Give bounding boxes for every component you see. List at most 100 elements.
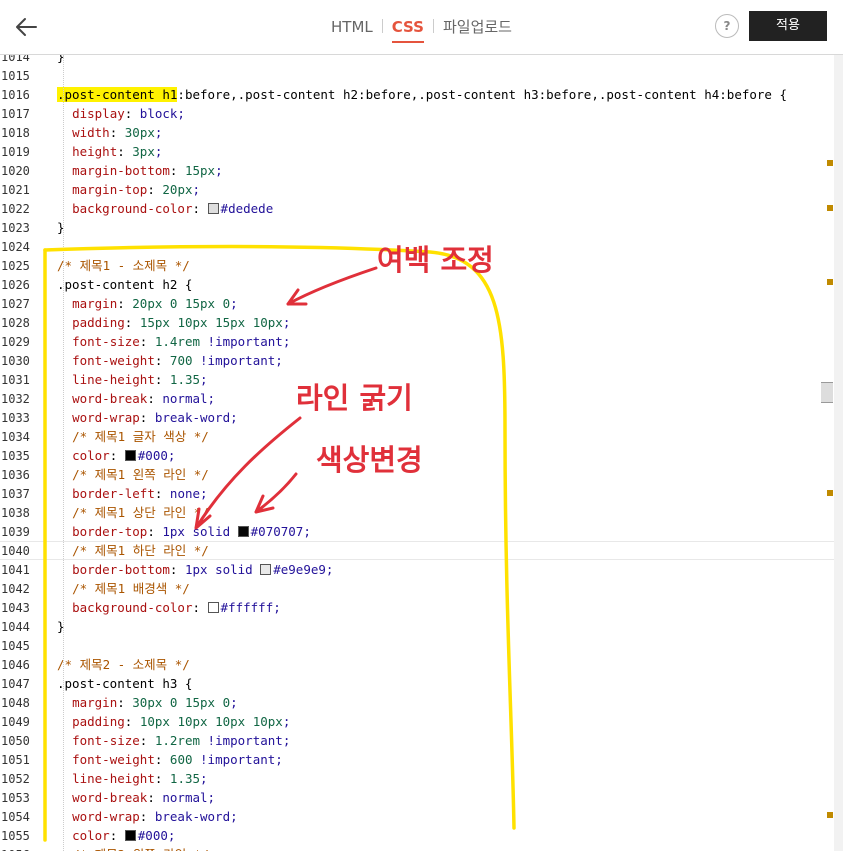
code-text: margin-top: 20px;: [72, 182, 201, 197]
apply-button[interactable]: 적용: [749, 11, 827, 41]
code-text: font-weight: 600 !important;: [72, 752, 283, 767]
code-line[interactable]: 1036 /* 제목1 왼쪽 라인 */: [0, 465, 834, 484]
vertical-scrollbar[interactable]: [834, 55, 843, 851]
tab-css[interactable]: CSS: [391, 17, 425, 43]
line-number: 1037: [1, 487, 30, 501]
code-line[interactable]: 1029 font-size: 1.4rem !important;: [0, 332, 834, 351]
code-line[interactable]: 1026 .post-content h2 {: [0, 275, 834, 294]
code-line[interactable]: 1034 /* 제목1 글자 색상 */: [0, 427, 834, 446]
code-line[interactable]: 1054 word-wrap: break-word;: [0, 807, 834, 826]
line-number: 1054: [1, 810, 30, 824]
code-line[interactable]: 1038 /* 제목1 상단 라인 */: [0, 503, 834, 522]
code-text: color: #000;: [72, 828, 176, 843]
code-line[interactable]: 1053 word-break: normal;: [0, 788, 834, 807]
code-line[interactable]: 1049 padding: 10px 10px 10px 10px;: [0, 712, 834, 731]
code-text: font-size: 1.2rem !important;: [72, 733, 291, 748]
help-icon[interactable]: ?: [715, 14, 739, 38]
code-line[interactable]: 1046 /* 제목2 - 소제목 */: [0, 655, 834, 674]
line-number: 1040: [1, 544, 30, 558]
code-line[interactable]: 1014}: [0, 55, 834, 66]
line-number: 1021: [1, 183, 30, 197]
code-text: border-left: none;: [72, 486, 208, 501]
scroll-marker: [827, 205, 833, 211]
code-line[interactable]: 1032 word-break: normal;: [0, 389, 834, 408]
code-line[interactable]: 1047 .post-content h3 {: [0, 674, 834, 693]
code-text: word-break: normal;: [72, 391, 216, 406]
color-swatch-icon[interactable]: [237, 526, 249, 537]
line-number: 1028: [1, 316, 30, 330]
code-line[interactable]: 1022 background-color: #dedede: [0, 199, 834, 218]
color-swatch-icon[interactable]: [207, 602, 219, 613]
tab-file-upload[interactable]: 파일업로드: [443, 17, 512, 37]
code-line[interactable]: 1019 height: 3px;: [0, 142, 834, 161]
code-line[interactable]: 1020 margin-bottom: 15px;: [0, 161, 834, 180]
code-line[interactable]: 1031 line-height: 1.35;: [0, 370, 834, 389]
code-text: font-weight: 700 !important;: [72, 353, 283, 368]
color-swatch-icon[interactable]: [124, 450, 136, 461]
code-text: padding: 10px 10px 10px 10px;: [72, 714, 291, 729]
code-text: margin: 20px 0 15px 0;: [72, 296, 238, 311]
code-line[interactable]: 1039 border-top: 1px solid #070707;: [0, 522, 834, 541]
code-line[interactable]: 1016 .post-content h1:before,.post-conten…: [0, 85, 834, 104]
line-number: 1036: [1, 468, 30, 482]
code-line[interactable]: 1044}: [0, 617, 834, 636]
line-number: 1052: [1, 772, 30, 786]
color-swatch-icon[interactable]: [124, 830, 136, 841]
line-number: 1039: [1, 525, 30, 539]
code-text: word-wrap: break-word;: [72, 410, 238, 425]
code-line[interactable]: 1056 /* 제목2 왼쪽 라인 */: [0, 845, 834, 851]
code-text: /* 제목2 왼쪽 라인 */: [57, 845, 209, 851]
color-swatch-icon[interactable]: [207, 203, 219, 214]
code-line[interactable]: 1024: [0, 237, 834, 256]
code-line[interactable]: 1048 margin: 30px 0 15px 0;: [0, 693, 834, 712]
code-line[interactable]: 1030 font-weight: 700 !important;: [0, 351, 834, 370]
line-number: 1041: [1, 563, 30, 577]
code-text: border-bottom: 1px solid #e9e9e9;: [72, 562, 334, 577]
code-line[interactable]: 1027 margin: 20px 0 15px 0;: [0, 294, 834, 313]
code-line[interactable]: 1040 /* 제목1 하단 라인 */: [0, 541, 834, 560]
line-number: 1027: [1, 297, 30, 311]
code-line[interactable]: 1015: [0, 66, 834, 85]
code-line[interactable]: 1051 font-weight: 600 !important;: [0, 750, 834, 769]
code-line[interactable]: 1037 border-left: none;: [0, 484, 834, 503]
line-number: 1055: [1, 829, 30, 843]
code-line[interactable]: 1043 background-color: #ffffff;: [0, 598, 834, 617]
css-code-editor[interactable]: 1014} 1015 1016 .post-content h1:before,.po…: [0, 55, 843, 851]
code-line[interactable]: 1017 display: block;: [0, 104, 834, 123]
line-number: 1048: [1, 696, 30, 710]
line-number: 1020: [1, 164, 30, 178]
code-text: /* 제목1 글자 색상 */: [72, 429, 209, 444]
code-line[interactable]: 1050 font-size: 1.2rem !important;: [0, 731, 834, 750]
code-line[interactable]: 1023}: [0, 218, 834, 237]
color-swatch-icon[interactable]: [260, 564, 272, 575]
line-number: 1019: [1, 145, 30, 159]
code-line[interactable]: 1045: [0, 636, 834, 655]
code-line[interactable]: 1035 color: #000;: [0, 446, 834, 465]
code-line[interactable]: 1052 line-height: 1.35;: [0, 769, 834, 788]
code-line[interactable]: 1042 /* 제목1 배경색 */: [0, 579, 834, 598]
scrollbar-thumb[interactable]: [821, 382, 833, 403]
scroll-marker: [827, 279, 833, 285]
code-line[interactable]: 1018 width: 30px;: [0, 123, 834, 142]
line-number: 1046: [1, 658, 30, 672]
line-number: 1043: [1, 601, 30, 615]
code-line[interactable]: 1028 padding: 15px 10px 15px 10px;: [0, 313, 834, 332]
line-number: 1026: [1, 278, 30, 292]
line-number: 1018: [1, 126, 30, 140]
code-line[interactable]: 1025 /* 제목1 - 소제목 */: [0, 256, 834, 275]
code-text: margin-bottom: 15px;: [72, 163, 223, 178]
line-number: 1029: [1, 335, 30, 349]
line-number: 1022: [1, 202, 30, 216]
code-line[interactable]: 1041 border-bottom: 1px solid #e9e9e9;: [0, 560, 834, 579]
code-text: display: block;: [72, 106, 185, 121]
code-text: background-color: #ffffff;: [72, 600, 281, 615]
line-number: 1051: [1, 753, 30, 767]
line-number: 1015: [1, 69, 30, 83]
tab-html[interactable]: HTML: [331, 17, 373, 37]
code-text: background-color: #dedede: [72, 201, 274, 216]
code-line[interactable]: 1021 margin-top: 20px;: [0, 180, 834, 199]
code-line[interactable]: 1033 word-wrap: break-word;: [0, 408, 834, 427]
line-number: 1030: [1, 354, 30, 368]
scroll-marker: [827, 490, 833, 496]
code-line[interactable]: 1055 color: #000;: [0, 826, 834, 845]
